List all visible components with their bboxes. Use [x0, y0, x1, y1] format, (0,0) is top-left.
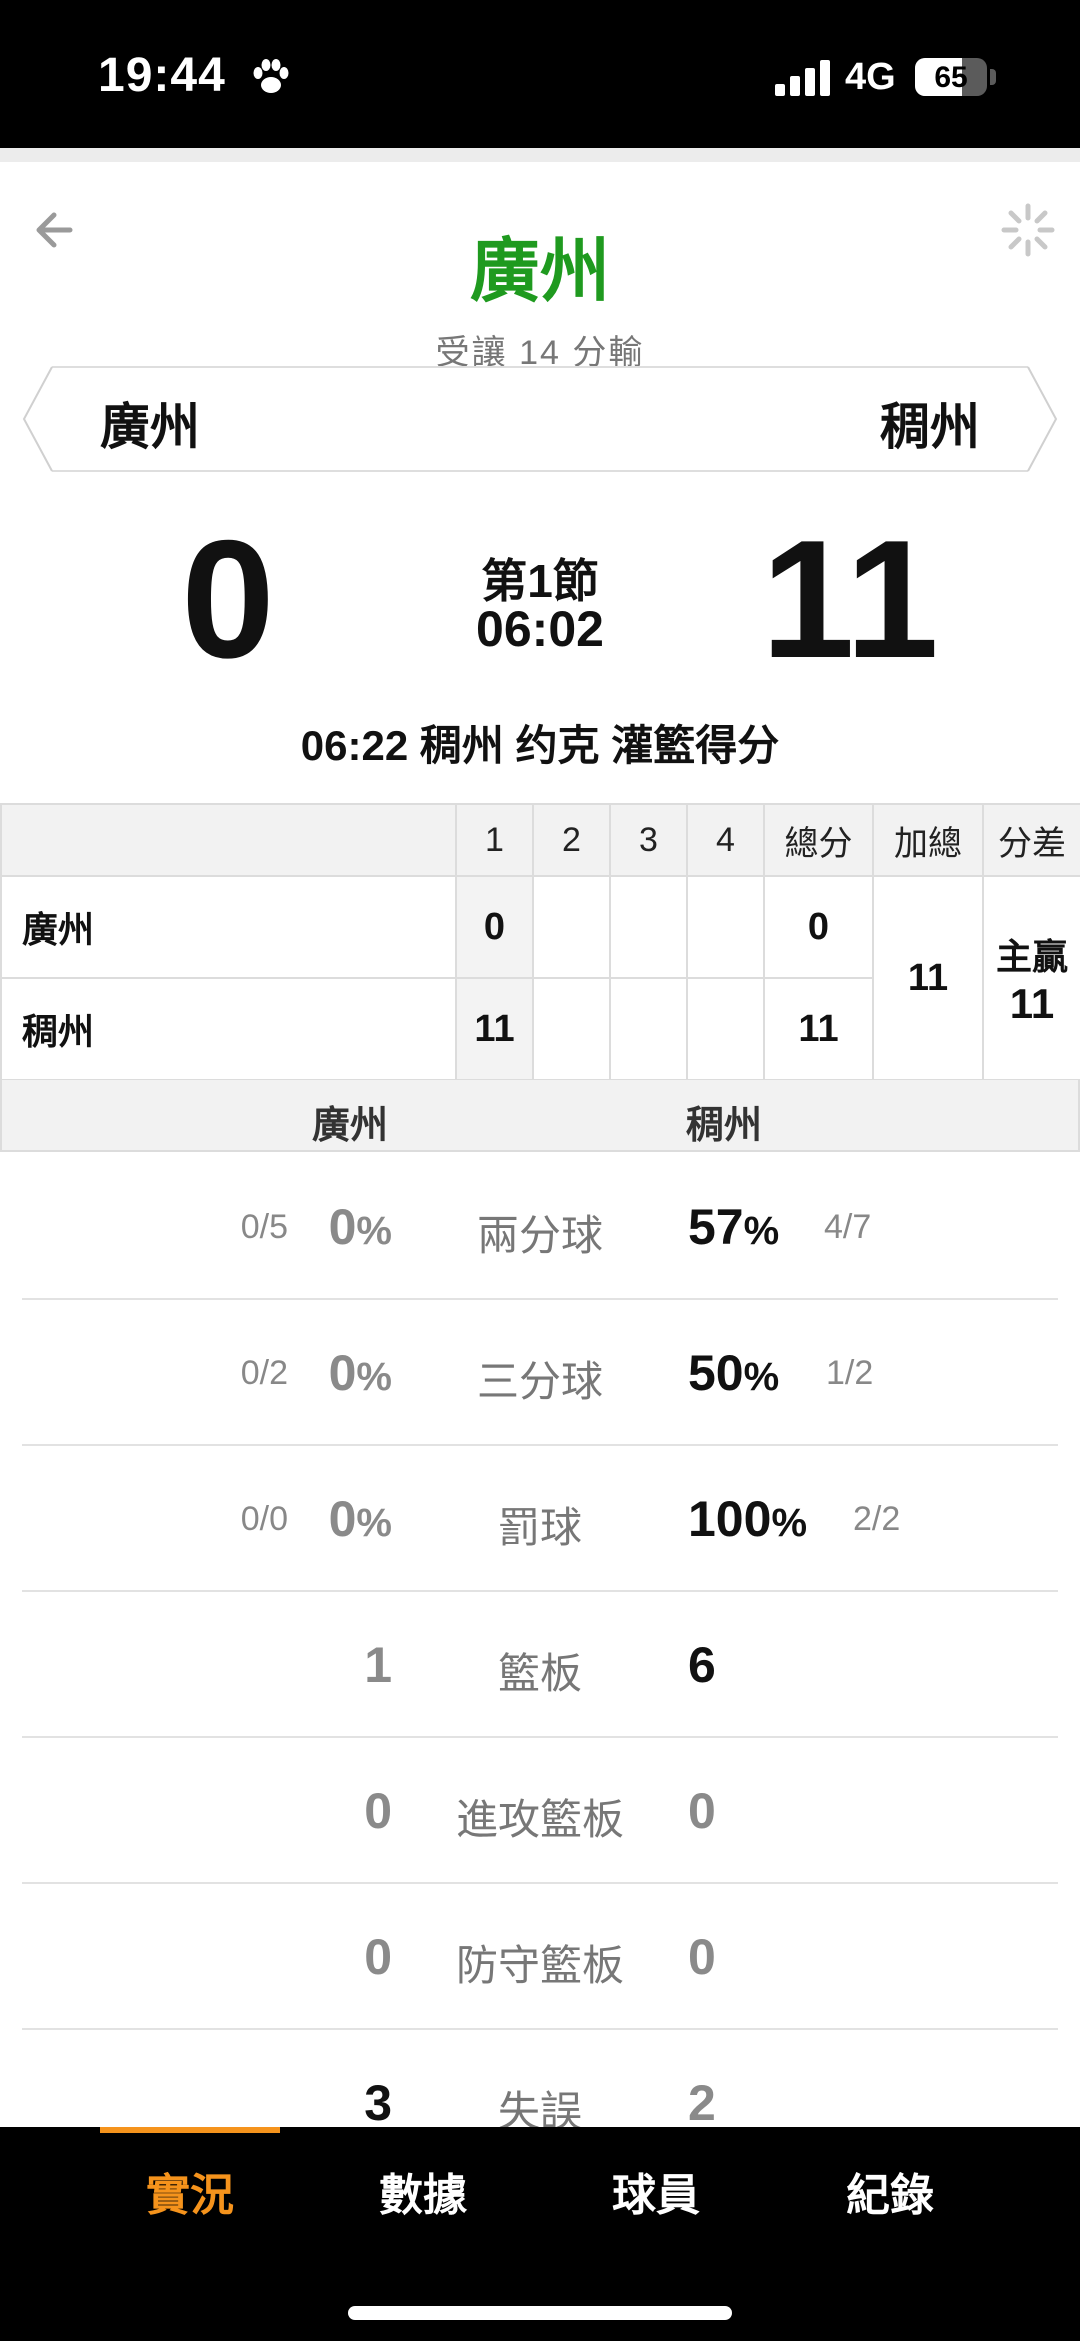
- row-q4: [686, 875, 765, 979]
- stat-label: 三分球: [476, 1358, 603, 1405]
- row-q2: [532, 977, 611, 1081]
- stat-row-defensive-rebounds: 0 防守籃板 0: [0, 1884, 1080, 2030]
- stat-label: 防守籃板: [455, 1942, 624, 1989]
- left-fraction: 0/5: [240, 1208, 288, 1246]
- stat-row-rebounds: 1 籃板 6: [0, 1592, 1080, 1738]
- right-value: 57%: [688, 1199, 780, 1255]
- header-q3: 3: [609, 803, 688, 877]
- right-value: 50%: [688, 1345, 780, 1401]
- table-row: 廣州 0 0 11 主贏 11: [0, 875, 1080, 1081]
- network-type: 4G: [845, 56, 896, 98]
- left-value: 0%: [328, 1199, 392, 1255]
- last-play-text: 06:22 稠州 约克 灌籃得分: [300, 722, 780, 769]
- row-q3: [609, 875, 688, 979]
- stats-right-team: 稠州: [686, 1105, 763, 1147]
- stat-label: 兩分球: [476, 1212, 603, 1259]
- stat-row-free-throws: 0/0 0% 罰球 100% 2/2: [0, 1446, 1080, 1592]
- away-score: 11: [761, 505, 939, 693]
- right-value: 0: [688, 1783, 716, 1839]
- right-value: 0: [688, 1929, 716, 1985]
- status-time: 19:44: [98, 49, 226, 102]
- team-right-name[interactable]: 稠州: [880, 387, 980, 459]
- left-value: 0%: [328, 1345, 392, 1401]
- header-diff: 分差: [982, 803, 1080, 877]
- left-fraction: 0/2: [240, 1354, 288, 1392]
- left-value: 0: [364, 1929, 392, 1985]
- tab-records[interactable]: 紀錄: [780, 2159, 1000, 2223]
- row-total: 11: [763, 977, 874, 1081]
- team-left-name[interactable]: 廣州: [100, 387, 200, 459]
- stats-team-header: 廣州 稠州: [0, 1080, 1080, 1152]
- row-q1: 0: [455, 875, 534, 979]
- header-total: 總分: [763, 803, 874, 877]
- row-q1: 11: [455, 977, 534, 1081]
- battery-level: 65: [934, 61, 968, 94]
- header-q2: 2: [532, 803, 611, 877]
- left-value: 3: [364, 2075, 392, 2131]
- combined-total: 11: [872, 875, 984, 1081]
- left-value: 0%: [328, 1491, 392, 1547]
- right-value: 2: [688, 2075, 716, 2131]
- diff-label: 主贏: [995, 936, 1068, 977]
- battery-cap: [990, 69, 996, 85]
- stat-label: 進攻籃板: [455, 1796, 624, 1843]
- row-q4: [686, 977, 765, 1081]
- tab-live[interactable]: 實況: [80, 2159, 300, 2223]
- box-score-table: 1 2 3 4 總分 加總 分差 廣州 0 0 11 主贏 11 稠州 11 1…: [0, 803, 1080, 1081]
- stats-left-team: 廣州: [312, 1105, 389, 1147]
- stat-row-three-pointers: 0/2 0% 三分球 50% 1/2: [0, 1300, 1080, 1446]
- row-team-name: 稠州: [0, 977, 457, 1081]
- team-switcher: 廣州 稠州: [22, 365, 1058, 473]
- header-q4: 4: [686, 803, 765, 877]
- right-fraction: 4/7: [824, 1208, 872, 1246]
- status-bar: 19:44 4G 65: [0, 0, 1080, 148]
- left-fraction: 0/0: [240, 1500, 288, 1538]
- active-tab-indicator: [100, 2127, 280, 2133]
- tab-players[interactable]: 球員: [546, 2159, 766, 2223]
- signal-icon: [775, 58, 831, 96]
- battery-icon: 65: [915, 58, 987, 96]
- right-value: 6: [688, 1637, 716, 1693]
- home-indicator: [348, 2306, 732, 2320]
- right-fraction: 1/2: [826, 1354, 874, 1392]
- left-value: 1: [364, 1637, 392, 1693]
- header-divider: [0, 148, 1080, 162]
- row-q3: [609, 977, 688, 1081]
- point-diff: 主贏 11: [982, 875, 1080, 1081]
- box-score-header-row: 1 2 3 4 總分 加總 分差: [0, 803, 1080, 877]
- stat-row-two-pointers: 0/5 0% 兩分球 57% 4/7: [0, 1154, 1080, 1300]
- stat-row-offensive-rebounds: 0 進攻籃板 0: [0, 1738, 1080, 1884]
- tab-stats[interactable]: 數據: [313, 2159, 533, 2223]
- header-combined: 加總: [872, 803, 984, 877]
- page-title: 廣州: [470, 232, 610, 310]
- right-value: 100%: [688, 1491, 808, 1547]
- row-total: 0: [763, 875, 874, 979]
- header-q1: 1: [455, 803, 534, 877]
- diff-value: 11: [1009, 980, 1055, 1027]
- row-team-name: 廣州: [0, 875, 457, 979]
- paw-icon: [253, 59, 289, 93]
- stat-label: 罰球: [497, 1504, 582, 1551]
- row-q2: [532, 875, 611, 979]
- right-fraction: 2/2: [853, 1500, 901, 1538]
- left-value: 0: [364, 1783, 392, 1839]
- header-team-cell: [0, 803, 457, 877]
- stat-label: 籃板: [497, 1650, 582, 1697]
